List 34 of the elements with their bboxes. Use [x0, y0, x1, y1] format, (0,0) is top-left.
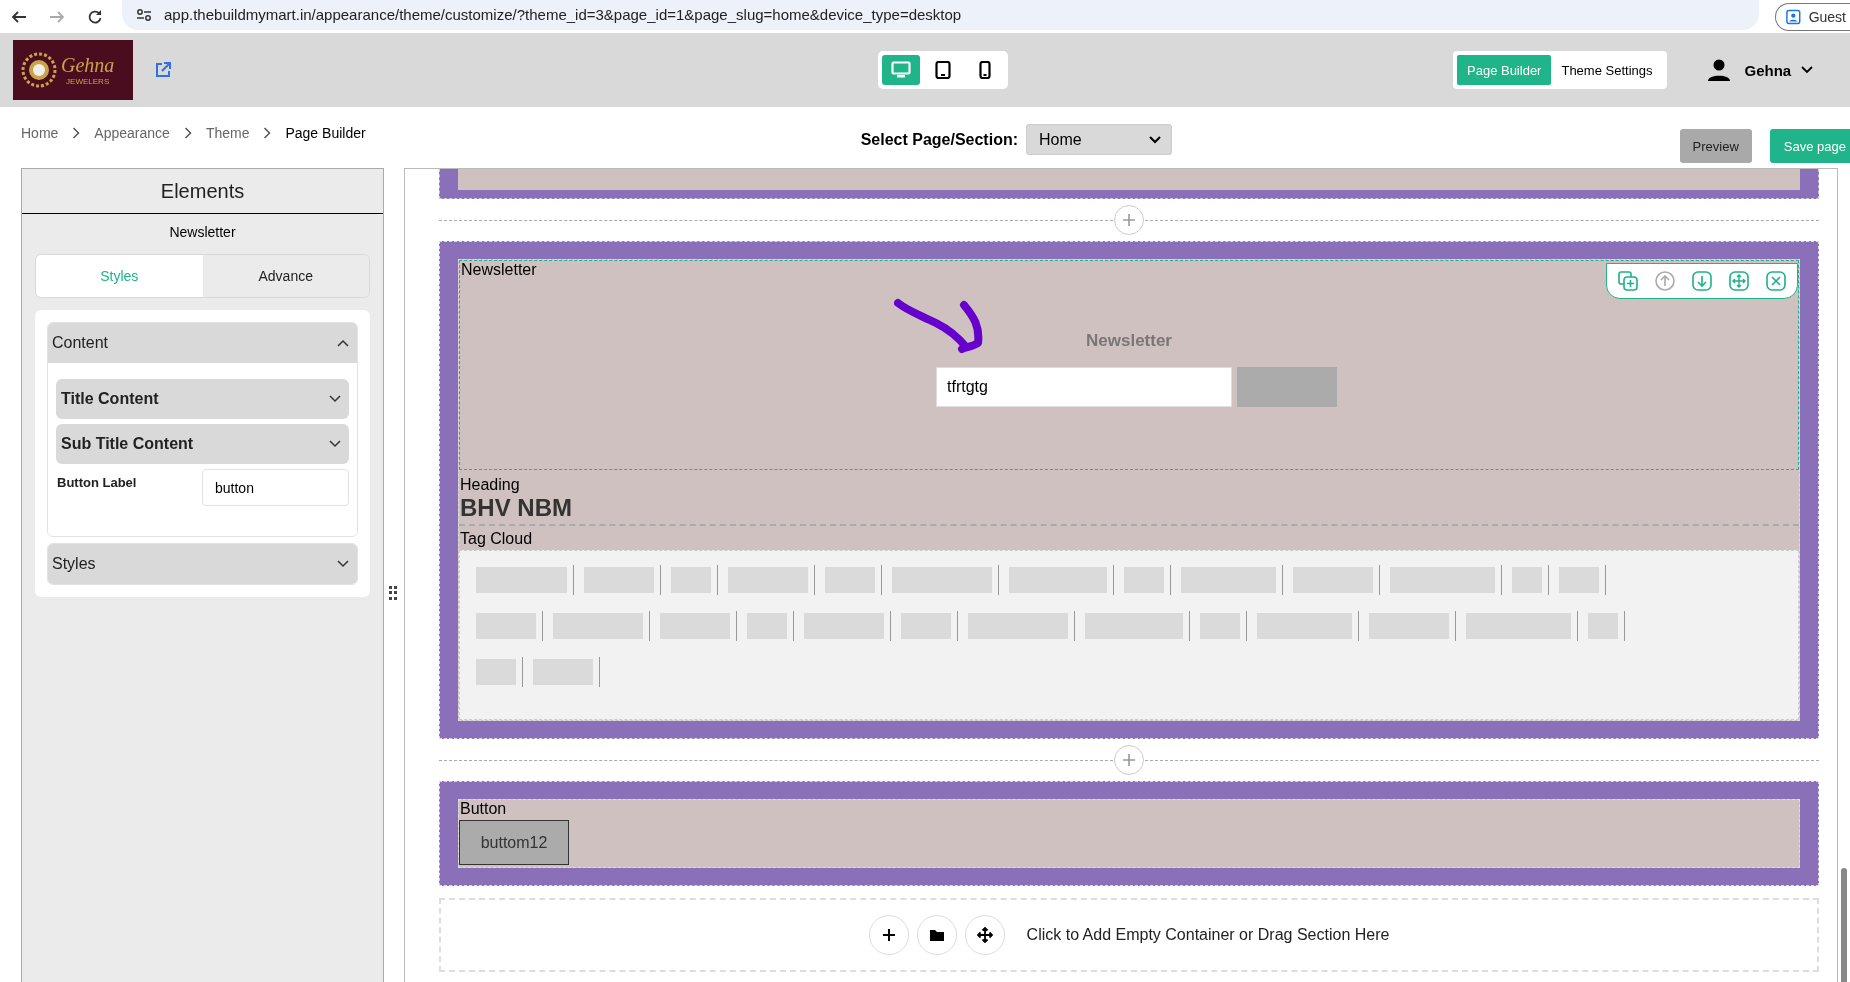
logo-subtext: JEWELERS: [66, 77, 110, 86]
page-select-label: Select Page/Section:: [860, 130, 1018, 149]
element-name: Newsletter: [168, 223, 237, 242]
newsletter-title: Newsletter: [1086, 331, 1172, 351]
heading-text: BHV NBM: [459, 494, 573, 522]
block-label: Button: [459, 800, 508, 818]
content-block[interactable]: Tag Cloud: [459, 526, 1799, 720]
accordion-header[interactable]: Title Content: [56, 379, 349, 419]
panel-title: Elements: [22, 169, 383, 214]
email-field[interactable]: tfrtgtg: [936, 367, 1232, 407]
content-block[interactable]: Heading BHV NBM: [459, 470, 1799, 526]
block-button[interactable]: buttom12: [459, 820, 569, 865]
block-label: Heading: [459, 476, 521, 494]
breadcrumb-link[interactable]: Home: [21, 125, 59, 141]
logo-text: Gehna: [61, 54, 115, 77]
add-container-text: Click to Add Empty Container or Drag Section Here: [1026, 926, 1390, 944]
address-bar[interactable]: app.thebuildmymart.in/appearance/theme/customize/?theme_id=3&page_id=1&page_slug=home&device_type=desktop: [122, 0, 1759, 30]
user-name[interactable]: Gehna: [1744, 61, 1792, 79]
breadcrumb-link[interactable]: Appearance: [94, 125, 170, 141]
url-text: app.thebuildmymart.in/appearance/theme/customize/?theme_id=3&page_id=1&page_slug=home&device_type=desktop: [164, 6, 962, 23]
accordion-header[interactable]: Styles: [48, 544, 357, 584]
brand-logo[interactable]: Gehna JEWELERS: [13, 40, 133, 100]
add-container-area[interactable]: Click to Add Empty Container or Drag Section Here: [439, 898, 1819, 972]
page-select[interactable]: Home: [1026, 124, 1172, 155]
accordion-header[interactable]: Sub Title Content: [56, 424, 349, 464]
accordion-header[interactable]: Content: [48, 323, 357, 363]
button-label-field[interactable]: button: [202, 469, 349, 506]
preview-button[interactable]: Preview: [1679, 129, 1752, 163]
field-label: Button Label: [57, 475, 137, 490]
block-label: Tag Cloud: [459, 530, 534, 548]
content-block[interactable]: Button buttom12: [459, 800, 1799, 867]
content-block[interactable]: Newsletter Newsletter tfrtgtg: [459, 260, 1799, 470]
breadcrumb-link[interactable]: Theme: [205, 125, 250, 141]
block-label: Newsletter: [460, 261, 538, 279]
